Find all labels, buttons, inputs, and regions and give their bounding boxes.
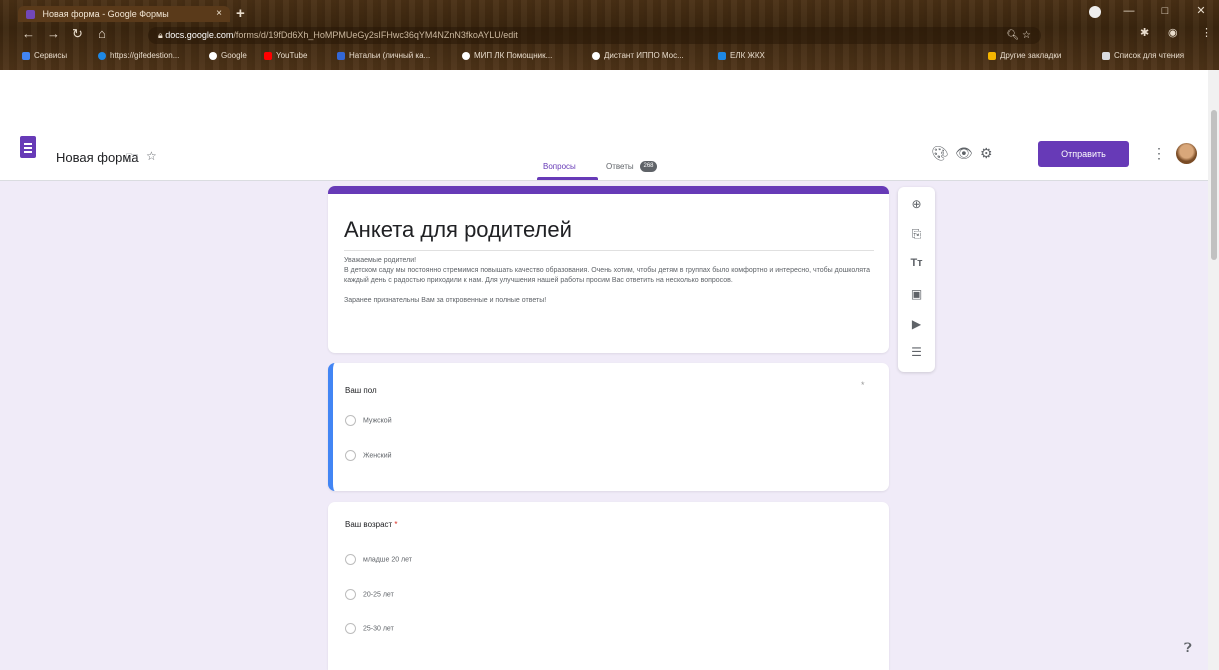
site-icon (98, 51, 106, 60)
tab-responses[interactable]: Ответы (606, 162, 634, 171)
settings-gear-icon[interactable]: ⚙ (980, 145, 993, 162)
tab-questions[interactable]: Вопросы (543, 162, 576, 171)
bookmark-item[interactable]: Дистант ИППО Мос... (592, 51, 684, 60)
browser-tab[interactable]: Новая форма - Google Формы × (18, 6, 230, 22)
tab-title: Новая форма - Google Формы (42, 9, 169, 19)
form-title[interactable]: Анкета для родителей (344, 217, 572, 243)
profile-indicator-icon[interactable] (1089, 6, 1101, 18)
folder-icon (988, 51, 996, 60)
bookmark-item[interactable]: YouTube (264, 51, 307, 60)
option-label: 20-25 лет (363, 591, 394, 599)
move-to-folder-icon[interactable]: 🗀 (126, 149, 138, 170)
globe-icon (592, 51, 600, 60)
bookmark-star-icon[interactable]: ☆ (1022, 30, 1031, 41)
globe-icon (462, 51, 470, 60)
scrollbar-thumb[interactable] (1211, 110, 1217, 260)
window-controls: — □ ✕ (1111, 0, 1219, 22)
close-tab-icon[interactable]: × (216, 6, 222, 22)
address-bar-actions: 🔍︎ ☆ (1007, 27, 1041, 44)
option-label: Мужской (363, 417, 392, 425)
radio-button-icon[interactable] (345, 623, 356, 634)
preview-eye-icon[interactable]: 👁︎ (955, 145, 973, 162)
bookmark-item[interactable]: Google (209, 51, 247, 60)
navigation-bar: ← → ↻ ⌂ 🔒︎ docs.google.com/forms/d/19fDd… (0, 24, 1219, 46)
radio-option[interactable]: 25-30 лет (345, 623, 394, 634)
maximize-button[interactable]: □ (1147, 0, 1183, 22)
extensions-icon[interactable]: ✱ (1140, 26, 1149, 39)
description-line: Заранее признательны Вам за откровенные … (344, 297, 547, 304)
avatar[interactable] (1176, 143, 1197, 164)
import-questions-icon[interactable]: ⎘ (898, 227, 935, 242)
zoom-icon[interactable]: 🔍︎ (1007, 30, 1020, 41)
radio-button-icon[interactable] (345, 450, 356, 461)
more-options-icon[interactable]: ⋮ (1152, 145, 1166, 162)
add-section-icon[interactable]: ☰ (898, 345, 935, 359)
add-video-icon[interactable]: ▶ (898, 317, 935, 331)
add-question-icon[interactable]: ⊕ (898, 197, 935, 211)
active-tab-indicator (537, 177, 598, 180)
reading-list[interactable]: Список для чтения (1102, 51, 1184, 60)
send-button[interactable]: Отправить (1038, 141, 1129, 167)
google-forms-logo-icon[interactable] (20, 136, 36, 158)
address-bar[interactable]: 🔒︎ docs.google.com/forms/d/19fDd6Xh_HoMP… (148, 27, 1041, 44)
home-icon[interactable]: ⌂ (98, 26, 106, 41)
profile-icon[interactable]: ◉ (1168, 26, 1178, 39)
responses-count-badge: 268 (640, 161, 657, 172)
question-card[interactable]: Ваш пол * Мужской Женский (328, 363, 889, 491)
description-line: В детском саду мы постоянно стремимся по… (344, 267, 871, 284)
bookmark-item[interactable]: Натальи (личный ка... (337, 51, 430, 60)
option-label: Женский (363, 452, 392, 460)
other-bookmarks[interactable]: Другие закладки (988, 51, 1061, 60)
help-icon[interactable]: ❓︎ (1184, 640, 1192, 656)
form-title-card[interactable]: Анкета для родителей Уважаемые родители!… (328, 186, 889, 353)
bookmark-item[interactable]: https://gifedestion... (98, 51, 179, 60)
add-image-icon[interactable]: ▣ (898, 287, 935, 301)
option-label: младше 20 лет (363, 556, 413, 564)
option-label: 25-30 лет (363, 625, 394, 633)
back-icon[interactable]: ← (22, 26, 35, 41)
description-line (344, 286, 874, 296)
apps-icon (22, 51, 30, 60)
question-title[interactable]: Ваш пол (345, 386, 377, 395)
required-asterisk: * (394, 520, 398, 529)
minimize-button[interactable]: — (1111, 0, 1147, 22)
required-asterisk: * (861, 380, 865, 390)
question-card[interactable]: Ваш возраст * младше 20 лет 20-25 лет 25… (328, 502, 889, 670)
close-window-button[interactable]: ✕ (1183, 0, 1219, 22)
radio-option[interactable]: младше 20 лет (345, 554, 412, 565)
reload-icon[interactable]: ↻ (72, 26, 83, 42)
radio-option[interactable]: 20-25 лет (345, 589, 394, 600)
add-title-icon[interactable]: Tт (898, 257, 935, 269)
radio-button-icon[interactable] (345, 415, 356, 426)
bookmark-item[interactable]: Сервисы (22, 51, 67, 60)
description-line: Уважаемые родители! (344, 257, 417, 264)
question-toolbar: ⊕ ⎘ Tт ▣ ▶ ☰ (898, 187, 935, 372)
reading-list-icon (1102, 51, 1110, 60)
google-icon (209, 51, 217, 60)
palette-icon[interactable]: 🎨︎ (931, 145, 949, 162)
form-description[interactable]: Уважаемые родители! В детском саду мы по… (344, 256, 874, 306)
radio-option[interactable]: Мужской (345, 415, 392, 426)
url-path: /forms/d/19fDd6Xh_HoMPMUeGy2sIFHwc36qYM4… (233, 30, 518, 40)
site-icon (718, 51, 726, 60)
title-divider (344, 250, 874, 251)
tab-bar: Новая форма - Google Формы × + — □ ✕ (0, 0, 1219, 22)
radio-option[interactable]: Женский (345, 450, 392, 461)
bookmarks-bar: Сервисы https://gifedestion... Google Yo… (0, 48, 1219, 68)
forms-header (0, 70, 1208, 181)
star-icon[interactable]: ☆ (146, 149, 157, 163)
forward-icon[interactable]: → (47, 26, 60, 41)
browser-menu-icon[interactable]: ⋮ (1201, 26, 1212, 39)
bookmark-item[interactable]: ЕЛК ЖКХ (718, 51, 765, 60)
radio-button-icon[interactable] (345, 554, 356, 565)
radio-button-icon[interactable] (345, 589, 356, 600)
forms-favicon-icon (26, 10, 35, 20)
url-host: docs.google.com (165, 30, 234, 40)
site-icon (337, 51, 345, 60)
youtube-icon (264, 51, 272, 60)
bookmark-item[interactable]: МИП ЛК Помощник... (462, 51, 552, 60)
new-tab-button[interactable]: + (236, 5, 245, 22)
question-title[interactable]: Ваш возраст * (345, 520, 398, 529)
